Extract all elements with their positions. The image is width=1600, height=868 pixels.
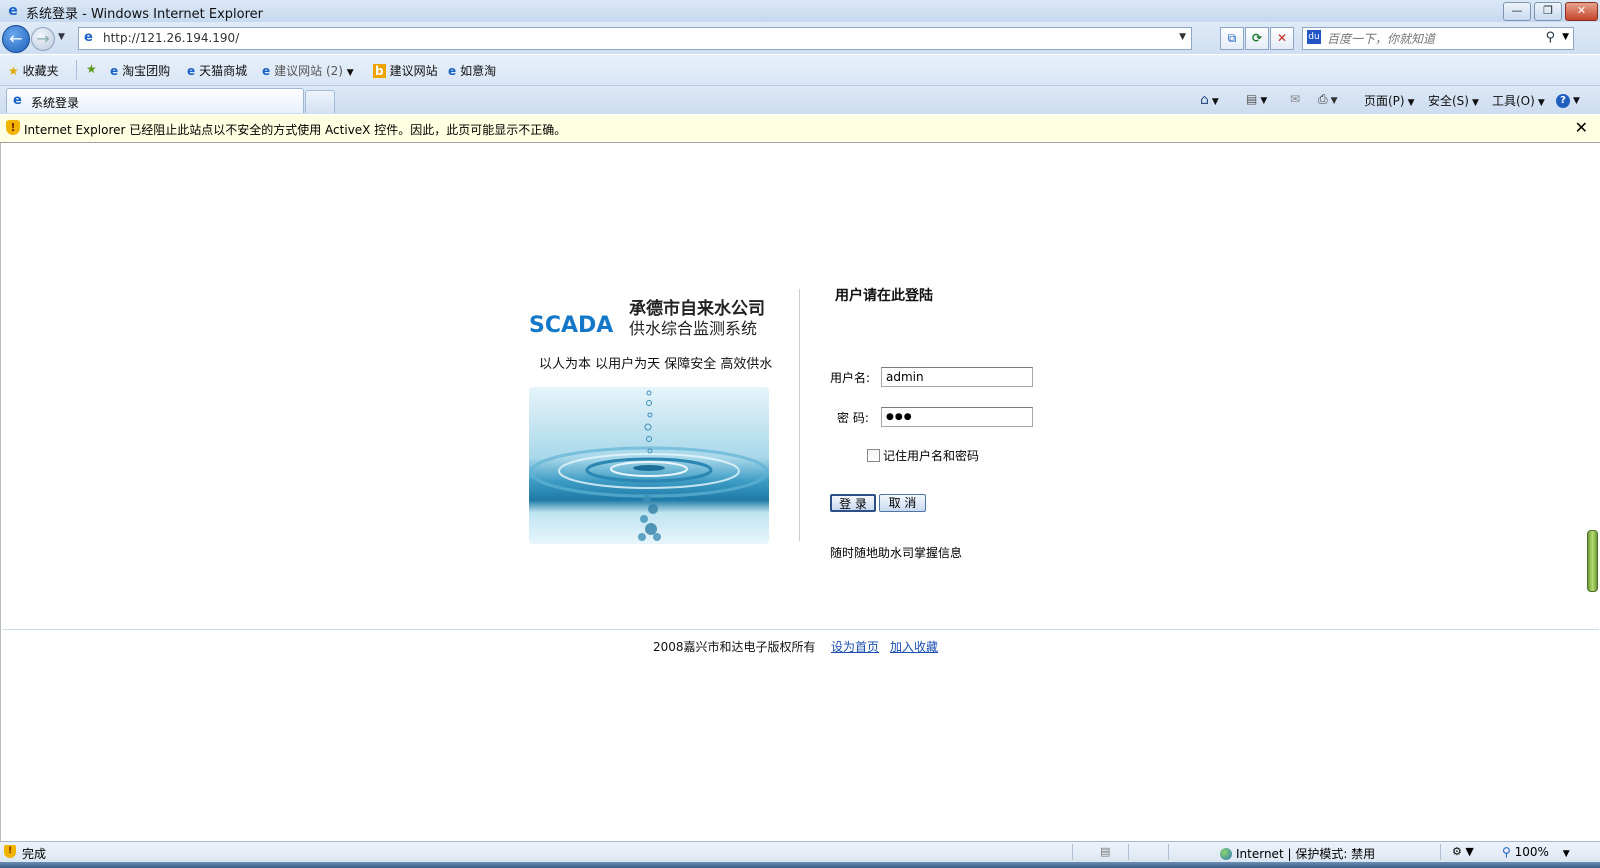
page-menu[interactable]: 页面(P) ▼ [1364,92,1415,109]
chevron-down-icon: ▼ [1537,98,1545,108]
favorites-bar: ★ 收藏夹 ★ e 淘宝团购 e 天猫商城 e 建议网站 (2) ▼ b 建议网站 e如… [0,55,1600,86]
password-input[interactable]: ●●● [881,407,1033,427]
close-window-button[interactable]: ✕ [1565,2,1598,21]
refresh-button[interactable]: ⟳ [1245,27,1269,50]
vertical-divider [799,289,800,541]
fav-link-taobao[interactable]: e 淘宝团购 [110,62,170,79]
compatibility-view-button[interactable]: ⧉ [1220,27,1244,50]
read-mail-icon[interactable]: ✉ [1290,92,1300,106]
forward-button[interactable]: → [31,27,55,51]
scada-logo: SCADA [529,313,614,338]
page-icon: e [84,30,93,45]
minimize-button[interactable]: — [1503,2,1531,21]
username-label: 用户名: [830,371,871,385]
address-url[interactable]: http://121.26.194.190/ [103,31,239,45]
feeds-icon[interactable]: ▤ ▼ [1246,92,1267,106]
chevron-down-icon: ▼ [1407,98,1415,108]
close-info-bar-icon[interactable]: ✕ [1575,118,1588,137]
copyright-text: 2008嘉兴市和达电子版权所有 [653,640,816,654]
ie-page-icon: e [13,93,22,108]
search-box[interactable]: du ⚲ ▼ [1302,27,1574,50]
home-icon[interactable]: ⌂ ▼ [1200,92,1219,108]
add-favorite-link[interactable]: 加入收藏 [890,638,938,655]
system-name: 供水综合监测系统 [629,319,758,338]
password-dots: ●●● [886,412,913,422]
username-input[interactable] [881,367,1033,387]
warning-shield-icon: ! [6,120,20,135]
password-label: 密 码: [837,411,869,425]
ie-page-icon: e [187,64,196,78]
status-bar: ! 完成 ▤ Internet | 保护模式: 禁用 ⚙ ▼ ⚲ 100% ▼ [0,841,1600,862]
fav-link-suggested-sites[interactable]: b 建议网站 [373,62,438,79]
maximize-button[interactable]: ❐ [1534,2,1562,21]
login-button[interactable]: 登 录 [830,494,876,512]
footer-divider [3,629,1599,630]
login-title: 用户请在此登陆 [835,288,933,304]
search-options-dropdown-icon[interactable]: ▼ [1562,32,1569,42]
fav-link-tmall[interactable]: e 天猫商城 [187,62,247,79]
new-tab-button[interactable] [305,90,335,113]
water-drop-image [529,387,769,544]
stop-button[interactable]: ✕ [1270,27,1294,50]
zoom-icon: ⚲ [1502,845,1511,859]
status-separator [1440,844,1441,860]
scroll-handle[interactable] [1587,530,1598,592]
tagline: 随时随地助水司掌握信息 [830,546,963,560]
status-separator [1128,844,1129,860]
activex-info-bar[interactable]: ! Internet Explorer 已经阻止此站点以不安全的方式使用 Act… [0,115,1600,143]
baidu-icon: du [1307,30,1321,44]
remember-checkbox[interactable] [867,449,880,462]
search-input[interactable] [1325,30,1549,47]
bing-icon: b [373,64,386,78]
page-content: 承德市自来水公司 SCADA 供水综合监测系统 以人为本 以用户为天 保障安全 … [0,143,1600,841]
address-dropdown-icon[interactable]: ▼ [1179,32,1186,42]
warning-shield-icon: ! [4,845,16,858]
fav-link-ruyitao[interactable]: e 如意淘 [448,62,496,79]
fav-link-suggested-sites-feed[interactable]: e 建议网站 (2) ▼ [262,62,354,79]
add-favorite-icon[interactable]: ★ [86,62,97,76]
help-icon[interactable]: ? ▼ [1556,92,1580,108]
tab-row: e 系统登录 ⌂ ▼ ▤ ▼ ✉ ⎙ ▼ 页面(P) ▼ 安全(S) ▼ 工具(O) ▼ ?… [0,86,1600,114]
search-icon[interactable]: ⚲ [1545,30,1555,45]
cancel-button[interactable]: 取 消 [879,494,926,512]
chevron-down-icon: ▼ [1471,98,1479,108]
status-separator [1168,844,1169,860]
ie-page-icon: e [448,64,457,78]
status-text: 完成 [22,847,47,861]
window-title: 系统登录 - Windows Internet Explorer [26,7,263,22]
favorites-separator [76,60,77,80]
slogan: 以人为本 以用户为天 保障安全 高效供水 [539,357,773,372]
address-toolbar: ← → ▼ e http://121.26.194.190/ ▼ ⧉ ⟳ ✕ d… [0,22,1600,54]
page-status-icon: ▤ [1100,845,1111,858]
security-zone[interactable]: Internet | 保护模式: 禁用 [1220,845,1375,862]
safety-menu[interactable]: 安全(S) ▼ [1428,92,1479,109]
status-separator [1072,844,1073,860]
info-bar-message: Internet Explorer 已经阻止此站点以不安全的方式使用 Activ… [24,123,567,137]
star-icon: ★ [8,64,19,78]
popup-blocker-icon[interactable]: ⚙ ▼ [1452,845,1474,858]
set-homepage-link[interactable]: 设为首页 [831,638,879,655]
title-bar: e 系统登录 - Windows Internet Explorer — ❐ ✕ [0,0,1600,23]
ie-page-icon: e [262,64,271,78]
ie-logo-icon: e [8,3,18,19]
chevron-down-icon: ▼ [346,68,354,78]
back-button[interactable]: ← [2,25,30,53]
remember-label[interactable]: 记住用户名和密码 [883,447,979,464]
ie-page-icon: e [110,64,119,78]
chevron-down-icon: ▼ [1562,849,1570,859]
tools-menu[interactable]: 工具(O) ▼ [1492,92,1545,109]
print-icon[interactable]: ⎙ ▼ [1318,92,1338,107]
favorites-button[interactable]: ★ 收藏夹 [8,62,59,79]
globe-icon [1220,848,1232,860]
tab-login[interactable]: e 系统登录 [6,88,304,113]
tab-label: 系统登录 [31,96,80,110]
taskbar [0,862,1600,868]
recent-pages-dropdown-icon[interactable]: ▼ [58,32,65,42]
address-bar[interactable]: e http://121.26.194.190/ ▼ [78,27,1192,50]
zoom-control[interactable]: ⚲ 100% ▼ [1502,845,1570,859]
